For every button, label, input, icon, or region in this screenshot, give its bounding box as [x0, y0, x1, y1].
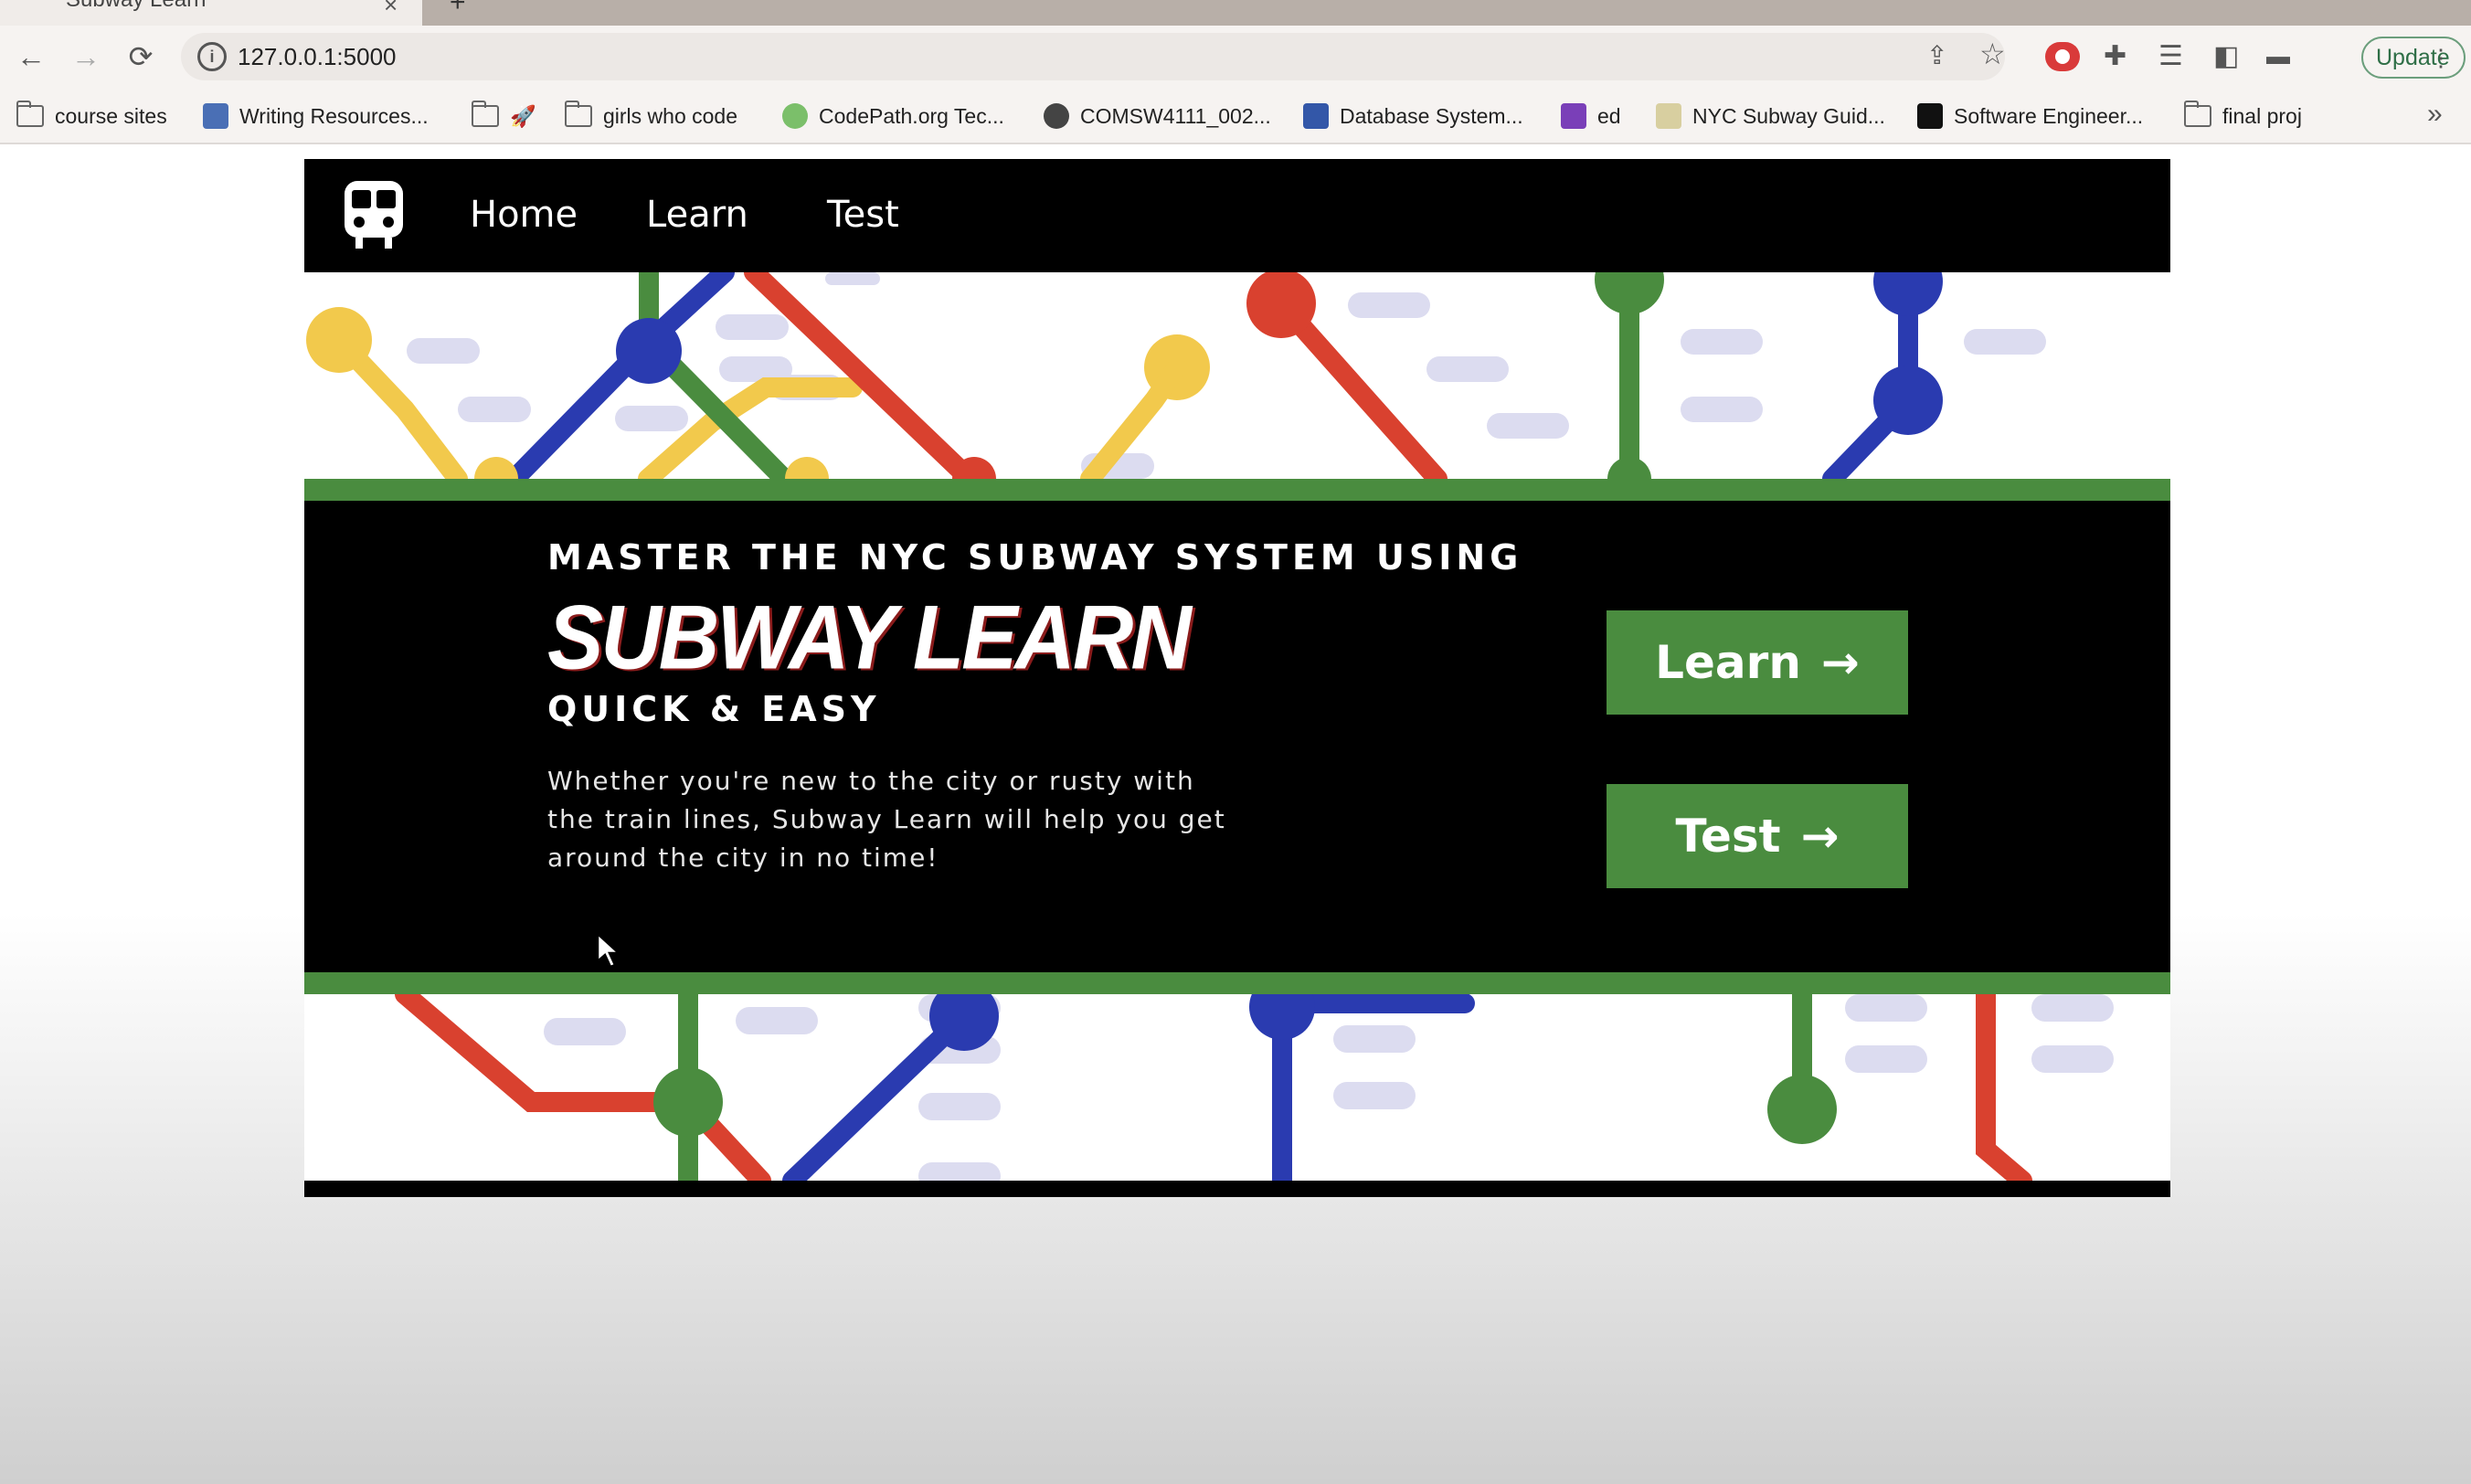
bookmark-database-system[interactable]: Database System... [1303, 101, 1523, 132]
green-band-top [304, 479, 2170, 501]
test-button-label: Test [1675, 810, 1781, 863]
back-icon[interactable]: ← [13, 38, 49, 75]
bookmark-folder-rocket[interactable]: 🚀 [472, 101, 536, 132]
tab-title: Subway Learn [66, 0, 206, 13]
update-button[interactable]: Update ⋮ [2361, 37, 2466, 79]
media-queue-icon[interactable]: ☰ [2158, 40, 2183, 72]
nav-test[interactable]: Test [827, 194, 899, 236]
learn-button[interactable]: Learn → [1607, 610, 1908, 715]
extensions-puzzle-icon[interactable]: ✚ [2104, 40, 2126, 72]
bookmark-final-proj[interactable]: final proj [2184, 101, 2302, 132]
test-button[interactable]: Test → [1607, 784, 1908, 888]
profile-avatar-icon[interactable]: ▬ [2266, 42, 2290, 70]
bookmark-writing-resources[interactable]: Writing Resources... [203, 101, 429, 132]
favicon-icon [1917, 103, 1943, 129]
favicon-icon [782, 103, 808, 129]
favicon-icon [1656, 103, 1681, 129]
arrow-right-icon: → [1800, 810, 1840, 863]
hero-description: Whether you're new to the city or rusty … [547, 766, 1226, 873]
folder-icon [2184, 101, 2211, 127]
address-bar[interactable]: i 127.0.0.1:5000 ⇪ ☆ [181, 33, 2006, 80]
site-navbar: Home Learn Test [304, 159, 2170, 272]
reload-icon[interactable]: ⟳ [122, 38, 159, 75]
favicon-icon [1561, 103, 1586, 129]
browser-toolbar: ← → ⟳ i 127.0.0.1:5000 ⇪ ☆ ✚ ☰ ◧ ▬ Updat… [0, 26, 2471, 88]
folder-icon [472, 101, 499, 127]
more-bookmarks-icon[interactable]: » [2427, 99, 2443, 130]
hero-section: MASTER THE NYC SUBWAY SYSTEM USING SUBWA… [304, 501, 2170, 972]
site-info-icon[interactable]: i [197, 42, 227, 71]
hero-title: SUBWAY LEARN [547, 587, 1192, 689]
green-band-bottom [304, 972, 2170, 994]
bookmark-nyc-subway-guide[interactable]: NYC Subway Guid... [1656, 101, 1885, 132]
mouse-cursor-icon [596, 932, 621, 969]
folder-icon [16, 101, 44, 127]
subway-learn-page: Home Learn Test MASTER THE NYC SUBWAY SY… [304, 159, 2170, 1197]
share-icon[interactable]: ⇪ [1926, 40, 1947, 70]
nav-learn[interactable]: Learn [646, 194, 748, 236]
train-icon[interactable] [343, 179, 405, 252]
tab-strip: Subway Learn × + [0, 0, 2471, 26]
bookmark-course-sites[interactable]: course sites [16, 101, 167, 132]
favicon-icon [203, 103, 228, 129]
folder-icon [565, 101, 592, 127]
screen-recorder-extension-icon[interactable] [2045, 42, 2080, 71]
forward-icon[interactable]: → [68, 38, 104, 75]
rocket-icon: 🚀 [510, 104, 536, 128]
bookmarks-bar: course sites Writing Resources... 🚀 girl… [0, 88, 2471, 144]
subway-map-illustration-top [304, 272, 2170, 479]
bookmark-ed[interactable]: ed [1561, 101, 1621, 132]
hero-kicker: MASTER THE NYC SUBWAY SYSTEM USING [547, 537, 1523, 578]
bookmark-comsw4111[interactable]: COMSW4111_002... [1044, 101, 1271, 132]
new-tab-button[interactable]: + [450, 0, 466, 18]
subway-map-illustration-bottom [304, 994, 2170, 1181]
tab-close-icon[interactable]: × [384, 0, 398, 19]
bookmark-codepath[interactable]: CodePath.org Tec... [782, 101, 1004, 132]
bookmark-girls-who-code[interactable]: girls who code [565, 101, 737, 132]
bookmark-software-engineer[interactable]: Software Engineer... [1917, 101, 2143, 132]
browser-tab[interactable]: Subway Learn × [0, 0, 422, 26]
arrow-right-icon: → [1820, 636, 1860, 689]
url-text[interactable]: 127.0.0.1:5000 [238, 43, 397, 71]
nav-home[interactable]: Home [470, 194, 578, 236]
favicon-icon [1303, 103, 1329, 129]
bookmark-star-icon[interactable]: ☆ [1979, 37, 2006, 71]
hero-subtitle: QUICK & EASY [547, 689, 881, 729]
learn-button-label: Learn [1655, 636, 1801, 689]
side-panel-icon[interactable]: ◧ [2213, 40, 2239, 72]
footer-rule [304, 1181, 2170, 1197]
globe-icon [1044, 103, 1069, 129]
browser-menu-icon[interactable]: ⋮ [2429, 38, 2453, 77]
